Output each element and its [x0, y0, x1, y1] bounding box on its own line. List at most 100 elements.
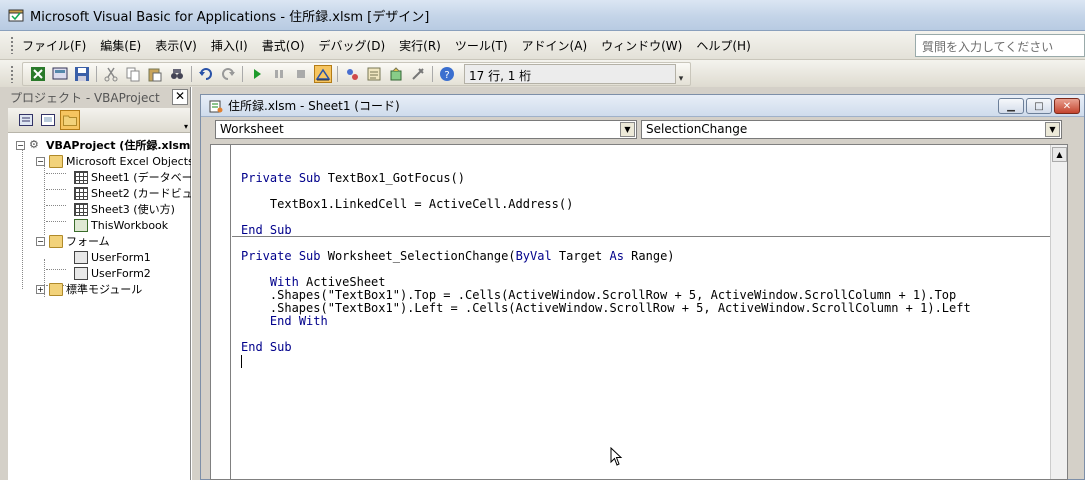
project-explorer: プロジェクト - VBAProject ✕ ▾ − ⚙ VBAProject (…: [8, 87, 208, 480]
svg-text:?: ?: [444, 70, 449, 81]
project-explorer-icon[interactable]: [343, 65, 361, 83]
toolbar-options-icon[interactable]: ▾: [676, 64, 686, 84]
tree-item-label: VBAProject (住所録.xlsm): [46, 139, 196, 152]
copy-icon[interactable]: [124, 65, 142, 83]
view-object-icon[interactable]: [38, 110, 58, 130]
insert-icon[interactable]: [51, 65, 69, 83]
toggle-folders-icon[interactable]: [60, 110, 80, 130]
code-line-4: Private Sub Worksheet_SelectionChange(By…: [241, 249, 675, 263]
close-icon[interactable]: ✕: [1054, 98, 1080, 114]
tree-item-label: UserForm1: [91, 250, 151, 264]
object-combo[interactable]: Worksheet ▼: [215, 119, 637, 139]
code-keyword: End: [241, 223, 263, 237]
menu-file[interactable]: ファイル(F): [22, 37, 86, 54]
procedure-combo[interactable]: SelectionChange ▼: [641, 119, 1062, 139]
cut-icon[interactable]: [102, 65, 120, 83]
properties-icon[interactable]: [365, 65, 383, 83]
window-title: Microsoft Visual Basic for Applications …: [30, 9, 430, 25]
code-margin[interactable]: [211, 145, 231, 479]
project-explorer-title: プロジェクト - VBAProject: [10, 91, 160, 105]
panel-splitter[interactable]: [191, 87, 200, 480]
text-caret: [241, 355, 242, 368]
menu-debug[interactable]: デバッグ(D): [319, 37, 386, 54]
code-keyword: With: [298, 314, 328, 328]
paste-icon[interactable]: [146, 65, 164, 83]
menu-format[interactable]: 書式(O): [262, 37, 305, 54]
tree-connector: [46, 189, 66, 190]
menu-grip[interactable]: [10, 36, 14, 54]
design-mode-icon[interactable]: [314, 64, 332, 83]
code-keyword: End: [269, 314, 292, 328]
vertical-scrollbar[interactable]: ▲: [1050, 145, 1067, 479]
chevron-down-icon[interactable]: ▼: [620, 121, 635, 137]
tree-connector: [46, 221, 66, 222]
tree-item-sheet1[interactable]: Sheet1 (データベース): [74, 169, 207, 185]
expand-icon[interactable]: +: [36, 284, 45, 294]
help-icon[interactable]: ?: [438, 65, 456, 83]
toolbox-icon[interactable]: [409, 65, 427, 83]
collapse-icon[interactable]: −: [36, 156, 45, 166]
tree-item-project[interactable]: − ⚙ VBAProject (住所録.xlsm): [16, 137, 195, 153]
close-icon[interactable]: ✕: [172, 89, 188, 105]
run-icon[interactable]: [248, 65, 266, 83]
code-window: 住所録.xlsm - Sheet1 (コード) ▁ □ ✕ Worksheet …: [200, 94, 1085, 480]
find-icon[interactable]: [168, 65, 186, 83]
tree-item-label: Sheet3 (使い方): [91, 203, 175, 216]
scroll-up-icon[interactable]: ▲: [1052, 147, 1067, 162]
userform-icon: [74, 266, 88, 280]
minimize-icon[interactable]: ▁: [998, 98, 1024, 114]
menu-tools[interactable]: ツール(T): [455, 37, 508, 54]
tree-item-userform1[interactable]: UserForm1: [74, 249, 151, 265]
toolbar-separator: [432, 65, 433, 82]
toolbar-separator: [337, 65, 338, 82]
code-keyword: Private: [241, 249, 292, 263]
code-keyword: Sub: [298, 171, 321, 185]
menu-addins[interactable]: アドイン(A): [522, 37, 588, 54]
menu-insert[interactable]: 挿入(I): [211, 37, 248, 54]
tree-connector: [46, 173, 66, 174]
tree-item-label: フォーム: [66, 235, 110, 248]
tree-connector: [22, 149, 23, 289]
project-explorer-toolbar: ▾: [8, 108, 190, 133]
tree-item-sheet3[interactable]: Sheet3 (使い方): [74, 201, 175, 217]
code-keyword: As: [609, 249, 624, 263]
code-keyword: ByVal: [515, 249, 552, 263]
maximize-icon[interactable]: □: [1026, 98, 1052, 114]
menu-edit[interactable]: 編集(E): [100, 37, 141, 54]
title-bar: Microsoft Visual Basic for Applications …: [0, 0, 1085, 31]
vba-app-icon: [8, 9, 24, 22]
tree-item-excel-objects[interactable]: − Microsoft Excel Objects: [36, 153, 194, 169]
menu-view[interactable]: 表示(V): [155, 37, 197, 54]
excel-icon[interactable]: [29, 65, 47, 83]
tree-item-thisworkbook[interactable]: ThisWorkbook: [74, 217, 168, 233]
chevron-down-icon[interactable]: ▾: [184, 122, 188, 131]
project-tree: − ⚙ VBAProject (住所録.xlsm) − Microsoft Ex…: [8, 133, 208, 297]
tree-item-modules[interactable]: + 標準モジュール: [36, 281, 142, 297]
code-line-7: .Shapes("TextBox1").Left = .Cells(Active…: [241, 301, 971, 315]
menu-window[interactable]: ウィンドウ(W): [601, 37, 682, 54]
menu-help[interactable]: ヘルプ(H): [696, 37, 750, 54]
tree-item-forms[interactable]: − フォーム: [36, 233, 110, 249]
code-keyword: Sub: [269, 223, 292, 237]
help-search-input[interactable]: 質問を入力してください: [915, 34, 1085, 57]
redo-icon[interactable]: [219, 65, 237, 83]
worksheet-icon: [74, 186, 88, 200]
tree-item-label: ThisWorkbook: [91, 218, 169, 232]
chevron-down-icon[interactable]: ▼: [1045, 121, 1060, 137]
collapse-icon[interactable]: −: [16, 140, 25, 150]
toolbar-separator: [96, 65, 97, 82]
view-code-icon[interactable]: [16, 110, 36, 130]
object-browser-icon[interactable]: [387, 65, 405, 83]
menu-run[interactable]: 実行(R): [399, 37, 441, 54]
collapse-icon[interactable]: −: [36, 236, 45, 246]
reset-icon[interactable]: [292, 65, 310, 83]
toolbar-grip[interactable]: [10, 64, 14, 83]
code-editor[interactable]: Private Sub TextBox1_GotFocus() TextBox1…: [210, 144, 1068, 480]
undo-icon[interactable]: [197, 65, 215, 83]
tree-item-userform2[interactable]: UserForm2: [74, 265, 151, 281]
break-icon[interactable]: [270, 65, 288, 83]
tree-item-sheet2[interactable]: Sheet2 (カードビュー): [74, 185, 208, 201]
workbook-icon: [74, 218, 88, 232]
save-icon[interactable]: [73, 65, 91, 83]
code-keyword: Sub: [269, 340, 292, 354]
